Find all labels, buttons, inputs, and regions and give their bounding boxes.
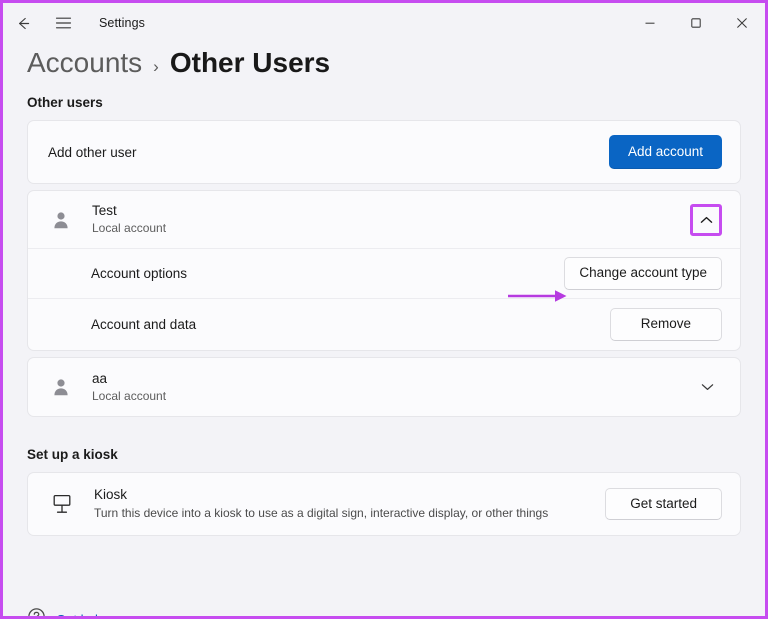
account-and-data-label: Account and data — [91, 317, 196, 332]
user-row-aa[interactable]: aa Local account — [28, 358, 740, 416]
kiosk-text: Kiosk Turn this device into a kiosk to u… — [94, 487, 548, 521]
kiosk-name: Kiosk — [94, 487, 548, 503]
breadcrumb-separator-icon: › — [153, 57, 159, 77]
add-account-button[interactable]: Add account — [609, 135, 722, 170]
user-row-test[interactable]: Test Local account — [28, 191, 740, 248]
settings-window: Settings Accounts › Other Users Other — [0, 0, 768, 619]
kiosk-description: Turn this device into a kiosk to use as … — [94, 506, 548, 520]
user-account-type: Local account — [92, 221, 166, 235]
title-bar: Settings — [3, 3, 765, 43]
app-title: Settings — [99, 16, 145, 30]
help-icon — [27, 607, 46, 616]
account-options-row: Account options Change account type — [28, 248, 740, 298]
back-arrow-icon[interactable] — [3, 7, 43, 39]
breadcrumb-accounts[interactable]: Accounts — [27, 47, 142, 79]
change-account-type-button[interactable]: Change account type — [564, 257, 722, 290]
avatar-icon — [48, 374, 74, 400]
user-name: Test — [92, 203, 166, 219]
page-title: Other Users — [170, 47, 330, 79]
user-name: aa — [92, 371, 166, 387]
settings-content: Other users Add other user Add account T… — [3, 95, 765, 616]
kiosk-card: Kiosk Turn this device into a kiosk to u… — [27, 472, 741, 536]
account-options-label: Account options — [91, 266, 187, 281]
breadcrumb: Accounts › Other Users — [27, 47, 330, 79]
user-text-test: Test Local account — [92, 203, 166, 236]
user-account-type: Local account — [92, 389, 166, 403]
get-started-button[interactable]: Get started — [605, 488, 722, 521]
kiosk-row: Kiosk Turn this device into a kiosk to u… — [28, 473, 740, 535]
chevron-down-icon[interactable] — [692, 372, 722, 402]
user-card-test: Test Local account Account options Chang… — [27, 190, 741, 351]
hamburger-menu-icon[interactable] — [43, 7, 83, 39]
add-other-user-card: Add other user Add account — [27, 120, 741, 184]
add-other-user-row: Add other user Add account — [28, 121, 740, 183]
remove-button[interactable]: Remove — [610, 308, 722, 341]
window-caption-buttons — [627, 3, 765, 43]
account-and-data-row: Account and data Remove — [28, 298, 740, 350]
other-users-section-title: Other users — [27, 95, 765, 110]
get-help-row: Get help — [27, 607, 105, 616]
maximize-icon[interactable] — [673, 3, 719, 43]
avatar-icon — [48, 207, 74, 233]
user-card-aa: aa Local account — [27, 357, 741, 417]
minimize-icon[interactable] — [627, 3, 673, 43]
kiosk-icon — [48, 490, 76, 518]
chevron-up-icon[interactable] — [690, 204, 722, 236]
title-bar-left: Settings — [3, 3, 145, 43]
close-icon[interactable] — [719, 3, 765, 43]
add-other-user-label: Add other user — [48, 145, 137, 160]
user-text-aa: aa Local account — [92, 371, 166, 404]
kiosk-section-title: Set up a kiosk — [27, 447, 765, 462]
get-help-link[interactable]: Get help — [56, 612, 105, 617]
